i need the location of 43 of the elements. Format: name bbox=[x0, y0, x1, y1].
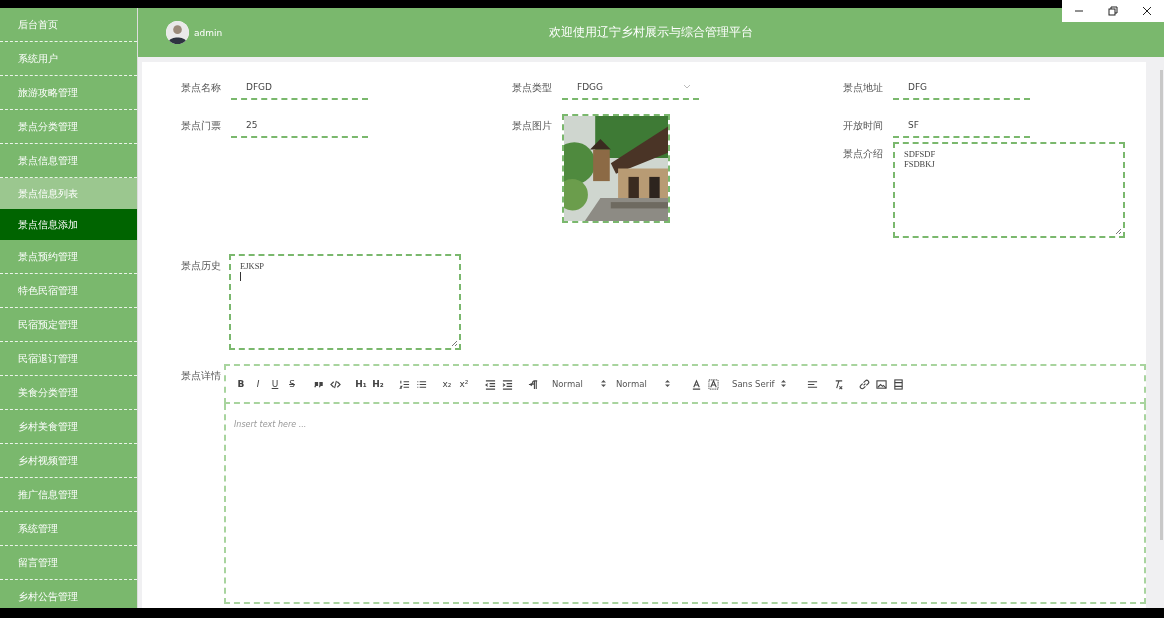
sidebar-item[interactable]: 景点信息添加 bbox=[0, 209, 137, 240]
select-field[interactable]: FDGG bbox=[562, 76, 699, 100]
field-label: 景点类型 bbox=[512, 81, 553, 95]
format-dropdown[interactable]: Normal bbox=[616, 379, 676, 389]
italic-button[interactable]: I bbox=[251, 376, 265, 392]
resize-grip-icon bbox=[1115, 228, 1122, 235]
updown-icon bbox=[601, 379, 606, 388]
field-label: 景点介绍 bbox=[843, 147, 884, 161]
field-label: 景点地址 bbox=[843, 81, 884, 95]
close-icon bbox=[1142, 6, 1152, 16]
video-icon[interactable] bbox=[891, 376, 905, 392]
placeholder-text: Insert text here ... bbox=[234, 420, 307, 429]
page-title: 欢迎使用辽宁乡村展示与综合管理平台 bbox=[549, 25, 753, 39]
text-area[interactable]: EJKSP bbox=[229, 254, 461, 350]
field-label: 景点详情 bbox=[181, 369, 222, 383]
bold-button[interactable]: B bbox=[234, 376, 248, 392]
text-input[interactable]: DFGD bbox=[231, 76, 368, 100]
field-label: 景点图片 bbox=[512, 119, 553, 133]
user-name: admin bbox=[194, 27, 223, 38]
strike-button[interactable]: S bbox=[285, 376, 299, 392]
updown-icon bbox=[665, 379, 670, 388]
field-label: 开放时间 bbox=[843, 119, 884, 133]
text-input[interactable]: 25 bbox=[231, 114, 368, 138]
avatar-icon bbox=[166, 21, 189, 44]
field-label: 景点名称 bbox=[181, 81, 222, 95]
field-label: 景点历史 bbox=[181, 259, 222, 273]
underline-button[interactable]: U bbox=[268, 376, 282, 392]
heading-button[interactable]: H₁ bbox=[354, 376, 368, 392]
text-input[interactable]: SF bbox=[893, 114, 1030, 138]
highlight-icon[interactable] bbox=[706, 376, 720, 392]
chevron-down-icon bbox=[683, 84, 691, 90]
heading-button[interactable]: H₂ bbox=[371, 376, 385, 392]
script-button[interactable]: x₂ bbox=[440, 376, 454, 392]
scrollbar[interactable] bbox=[1160, 70, 1163, 540]
field-label: 景点门票 bbox=[181, 119, 222, 133]
text-input[interactable]: DFG bbox=[893, 76, 1030, 100]
updown-icon bbox=[781, 379, 786, 388]
resize-grip-icon bbox=[451, 340, 458, 347]
text-area[interactable]: SDFSDF FSDBKJ bbox=[893, 142, 1125, 238]
script-button[interactable]: x² bbox=[457, 376, 471, 392]
format-dropdown[interactable]: Normal bbox=[552, 379, 612, 389]
format-dropdown[interactable]: Sans Serif bbox=[732, 379, 792, 389]
restore-icon bbox=[1108, 6, 1118, 16]
